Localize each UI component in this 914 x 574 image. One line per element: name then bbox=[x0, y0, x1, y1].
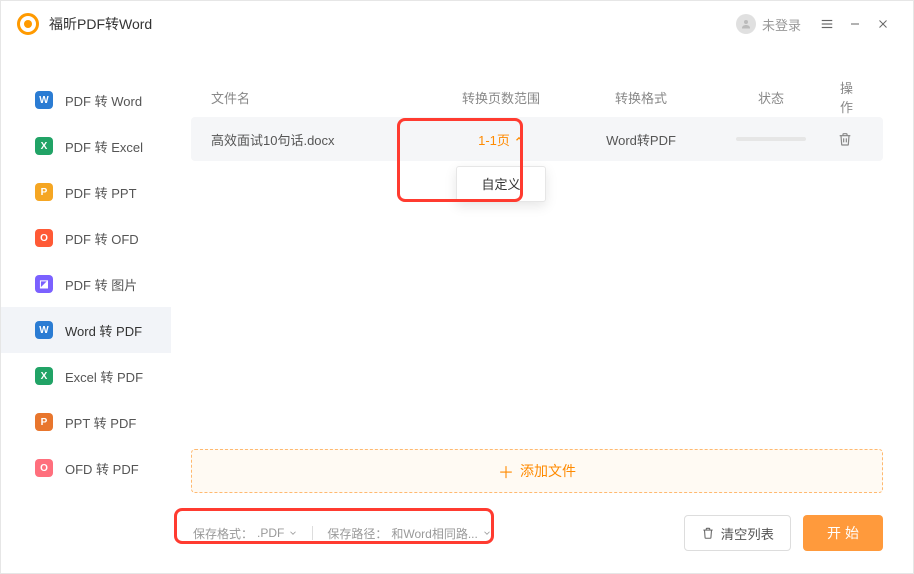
sidebar-icon: W bbox=[35, 321, 53, 339]
sidebar-icon: X bbox=[35, 137, 53, 155]
titlebar: 福昕PDF转Word 未登录 bbox=[1, 1, 913, 47]
sidebar: W PDF 转 Word X PDF 转 Excel P PDF 转 PPT O PDF 转 … bbox=[1, 47, 171, 573]
close-button[interactable] bbox=[869, 10, 897, 38]
header-format: 转换格式 bbox=[571, 88, 711, 107]
sidebar-icon: X bbox=[35, 367, 53, 385]
trash-icon bbox=[837, 131, 853, 147]
save-format-select[interactable]: 保存格式： .PDF bbox=[191, 521, 300, 546]
login-text: 未登录 bbox=[762, 15, 801, 34]
sidebar-icon: P bbox=[35, 413, 53, 431]
sidebar-icon: O bbox=[35, 459, 53, 477]
chevron-down-icon bbox=[288, 528, 298, 538]
cell-status bbox=[711, 137, 831, 141]
sidebar-item-3[interactable]: O PDF 转 OFD bbox=[1, 215, 171, 261]
start-button[interactable]: 开始 bbox=[803, 515, 883, 551]
footer: 保存格式： .PDF 保存路径： 和Word相同路... 清空列表 开始 bbox=[191, 513, 883, 553]
menu-button[interactable] bbox=[813, 10, 841, 38]
login-button[interactable]: 未登录 bbox=[736, 14, 801, 34]
sidebar-item-label: PDF 转 Word bbox=[65, 91, 142, 110]
trash-icon bbox=[701, 526, 715, 540]
chevron-up-icon bbox=[514, 134, 524, 144]
save-path-label: 保存路径： bbox=[327, 525, 387, 542]
cell-format: Word转PDF bbox=[571, 130, 711, 149]
clear-list-label: 清空列表 bbox=[721, 524, 774, 543]
header-filename: 文件名 bbox=[211, 88, 431, 107]
sidebar-item-label: OFD 转 PDF bbox=[65, 459, 139, 478]
cell-filename: 高效面试10句话.docx bbox=[211, 130, 431, 149]
content-area: 文件名 转换页数范围 转换格式 状态 操作 高效面试10句话.docx 1-1页… bbox=[171, 47, 913, 573]
sidebar-item-2[interactable]: P PDF 转 PPT bbox=[1, 169, 171, 215]
sidebar-item-0[interactable]: W PDF 转 Word bbox=[1, 77, 171, 123]
dropdown-item-custom[interactable]: 自定义 bbox=[457, 167, 545, 201]
chevron-down-icon bbox=[482, 528, 492, 538]
save-path-value: 和Word相同路... bbox=[391, 525, 477, 542]
app-title: 福昕PDF转Word bbox=[49, 14, 152, 34]
header-status: 状态 bbox=[711, 88, 831, 107]
sidebar-icon: ◪ bbox=[35, 275, 53, 293]
sidebar-item-label: PPT 转 PDF bbox=[65, 413, 136, 432]
page-range-value: 1-1页 bbox=[478, 130, 510, 149]
sidebar-item-label: PDF 转 图片 bbox=[65, 275, 137, 294]
sidebar-item-label: Word 转 PDF bbox=[65, 321, 142, 340]
sidebar-item-7[interactable]: P PPT 转 PDF bbox=[1, 399, 171, 445]
progress-bar bbox=[736, 137, 806, 141]
page-range-dropdown-button[interactable]: 1-1页 bbox=[478, 130, 524, 149]
save-format-value: .PDF bbox=[257, 526, 284, 540]
save-path-select[interactable]: 保存路径： 和Word相同路... bbox=[325, 521, 493, 546]
add-file-button[interactable]: ＋ 添加文件 bbox=[191, 449, 883, 493]
sidebar-item-5[interactable]: W Word 转 PDF bbox=[1, 307, 171, 353]
sidebar-item-4[interactable]: ◪ PDF 转 图片 bbox=[1, 261, 171, 307]
clear-list-button[interactable]: 清空列表 bbox=[684, 515, 791, 551]
page-range-dropdown: 自定义 bbox=[456, 166, 546, 202]
sidebar-icon: W bbox=[35, 91, 53, 109]
sidebar-item-label: PDF 转 Excel bbox=[65, 137, 143, 156]
minimize-button[interactable] bbox=[841, 10, 869, 38]
sidebar-icon: P bbox=[35, 183, 53, 201]
header-page-range: 转换页数范围 bbox=[431, 88, 571, 107]
sidebar-item-label: PDF 转 PPT bbox=[65, 183, 137, 202]
add-file-label: 添加文件 bbox=[520, 461, 576, 481]
table-row: 高效面试10句话.docx 1-1页 自定义 Word转PDF bbox=[191, 117, 883, 161]
save-format-label: 保存格式： bbox=[193, 525, 253, 542]
sidebar-item-1[interactable]: X PDF 转 Excel bbox=[1, 123, 171, 169]
app-logo-icon bbox=[17, 13, 39, 35]
delete-row-button[interactable] bbox=[837, 131, 853, 147]
plus-icon: ＋ bbox=[498, 459, 514, 483]
sidebar-icon: O bbox=[35, 229, 53, 247]
table-header: 文件名 转换页数范围 转换格式 状态 操作 bbox=[191, 77, 883, 117]
header-operation: 操作 bbox=[831, 78, 863, 116]
sidebar-item-label: PDF 转 OFD bbox=[65, 229, 139, 248]
sidebar-item-6[interactable]: X Excel 转 PDF bbox=[1, 353, 171, 399]
sidebar-item-8[interactable]: O OFD 转 PDF bbox=[1, 445, 171, 491]
sidebar-item-label: Excel 转 PDF bbox=[65, 367, 143, 386]
avatar-icon bbox=[736, 14, 756, 34]
divider bbox=[312, 526, 313, 540]
